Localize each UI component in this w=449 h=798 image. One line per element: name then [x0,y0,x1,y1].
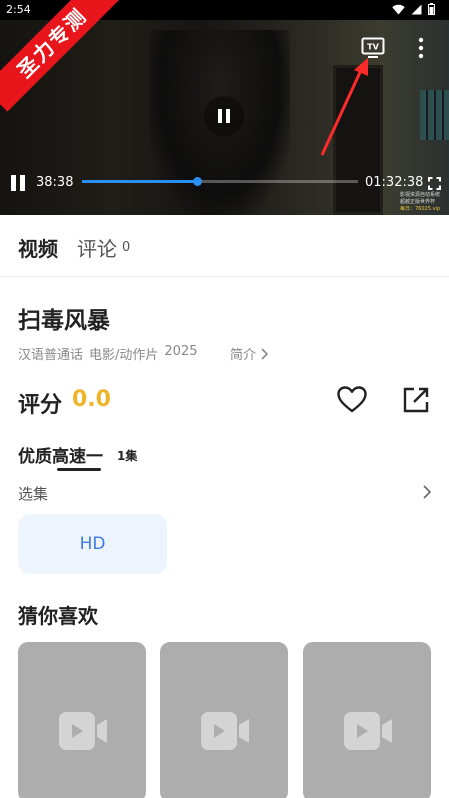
heart-icon[interactable] [336,384,368,416]
video-placeholder-icon [201,712,249,750]
rating-label: 评分 [18,393,63,418]
current-time: 38:38 [36,175,74,190]
meta-genre: 电影/动作片 [89,348,159,363]
source-tab[interactable]: 优质高速一 [18,442,103,467]
video-watermark: 影视资源自动系统 超越正版世界杯 每日：76025.vip [400,192,447,213]
status-time: 2:54 [6,3,31,16]
recommend-title: 猜你喜欢 [18,604,98,628]
intro-label: 简介 [230,348,257,363]
episode-button-hd[interactable]: HD [18,514,167,574]
more-vertical-icon[interactable] [412,36,430,60]
progress-bar[interactable] [82,177,358,186]
meta-year: 2025 [164,344,198,359]
pause-icon[interactable] [10,174,26,192]
total-time: 01:32:38 [365,175,424,190]
status-icons [392,3,435,15]
signal-icon [411,4,422,14]
progress-knob[interactable] [193,177,203,186]
watermark-line: 影视资源自动系统 [400,192,441,198]
content-tabs: 视频 评论 0 [0,215,449,277]
comment-count: 0 [122,240,131,255]
center-pause-button[interactable] [204,96,244,136]
watermark-line: 超越正版世界杯 [400,199,436,205]
episode-label: HD [79,534,106,554]
tab-video[interactable]: 视频 [18,233,58,262]
source-tab-indicator [57,468,101,471]
source-episode-count: 1集 [117,449,138,463]
recommend-card[interactable] [160,642,288,798]
video-meta: 汉语普通话 电影/动作片 2025 [18,344,198,363]
tv-cast-icon[interactable]: TV [361,36,385,60]
video-placeholder-icon [344,712,392,750]
progress-fill [82,180,198,183]
share-icon[interactable] [401,385,431,415]
recommend-card[interactable] [18,642,146,798]
watermark-line: 每日：76025.vip [400,206,441,212]
fullscreen-icon[interactable] [428,177,441,190]
battery-icon [428,3,435,15]
video-title: 扫毒风暴 [18,308,110,334]
video-placeholder-icon [59,712,107,750]
rating-value: 0.0 [72,387,111,412]
chevron-right-icon[interactable] [421,484,433,500]
svg-text:TV: TV [367,43,379,52]
tab-comment[interactable]: 评论 [77,233,117,262]
meta-language: 汉语普通话 [18,348,84,363]
episodes-label[interactable]: 选集 [18,483,48,504]
recommend-card[interactable] [303,642,431,798]
wifi-icon [392,4,405,14]
intro-link[interactable]: 简介 [230,344,270,363]
chevron-right-icon [261,347,269,360]
